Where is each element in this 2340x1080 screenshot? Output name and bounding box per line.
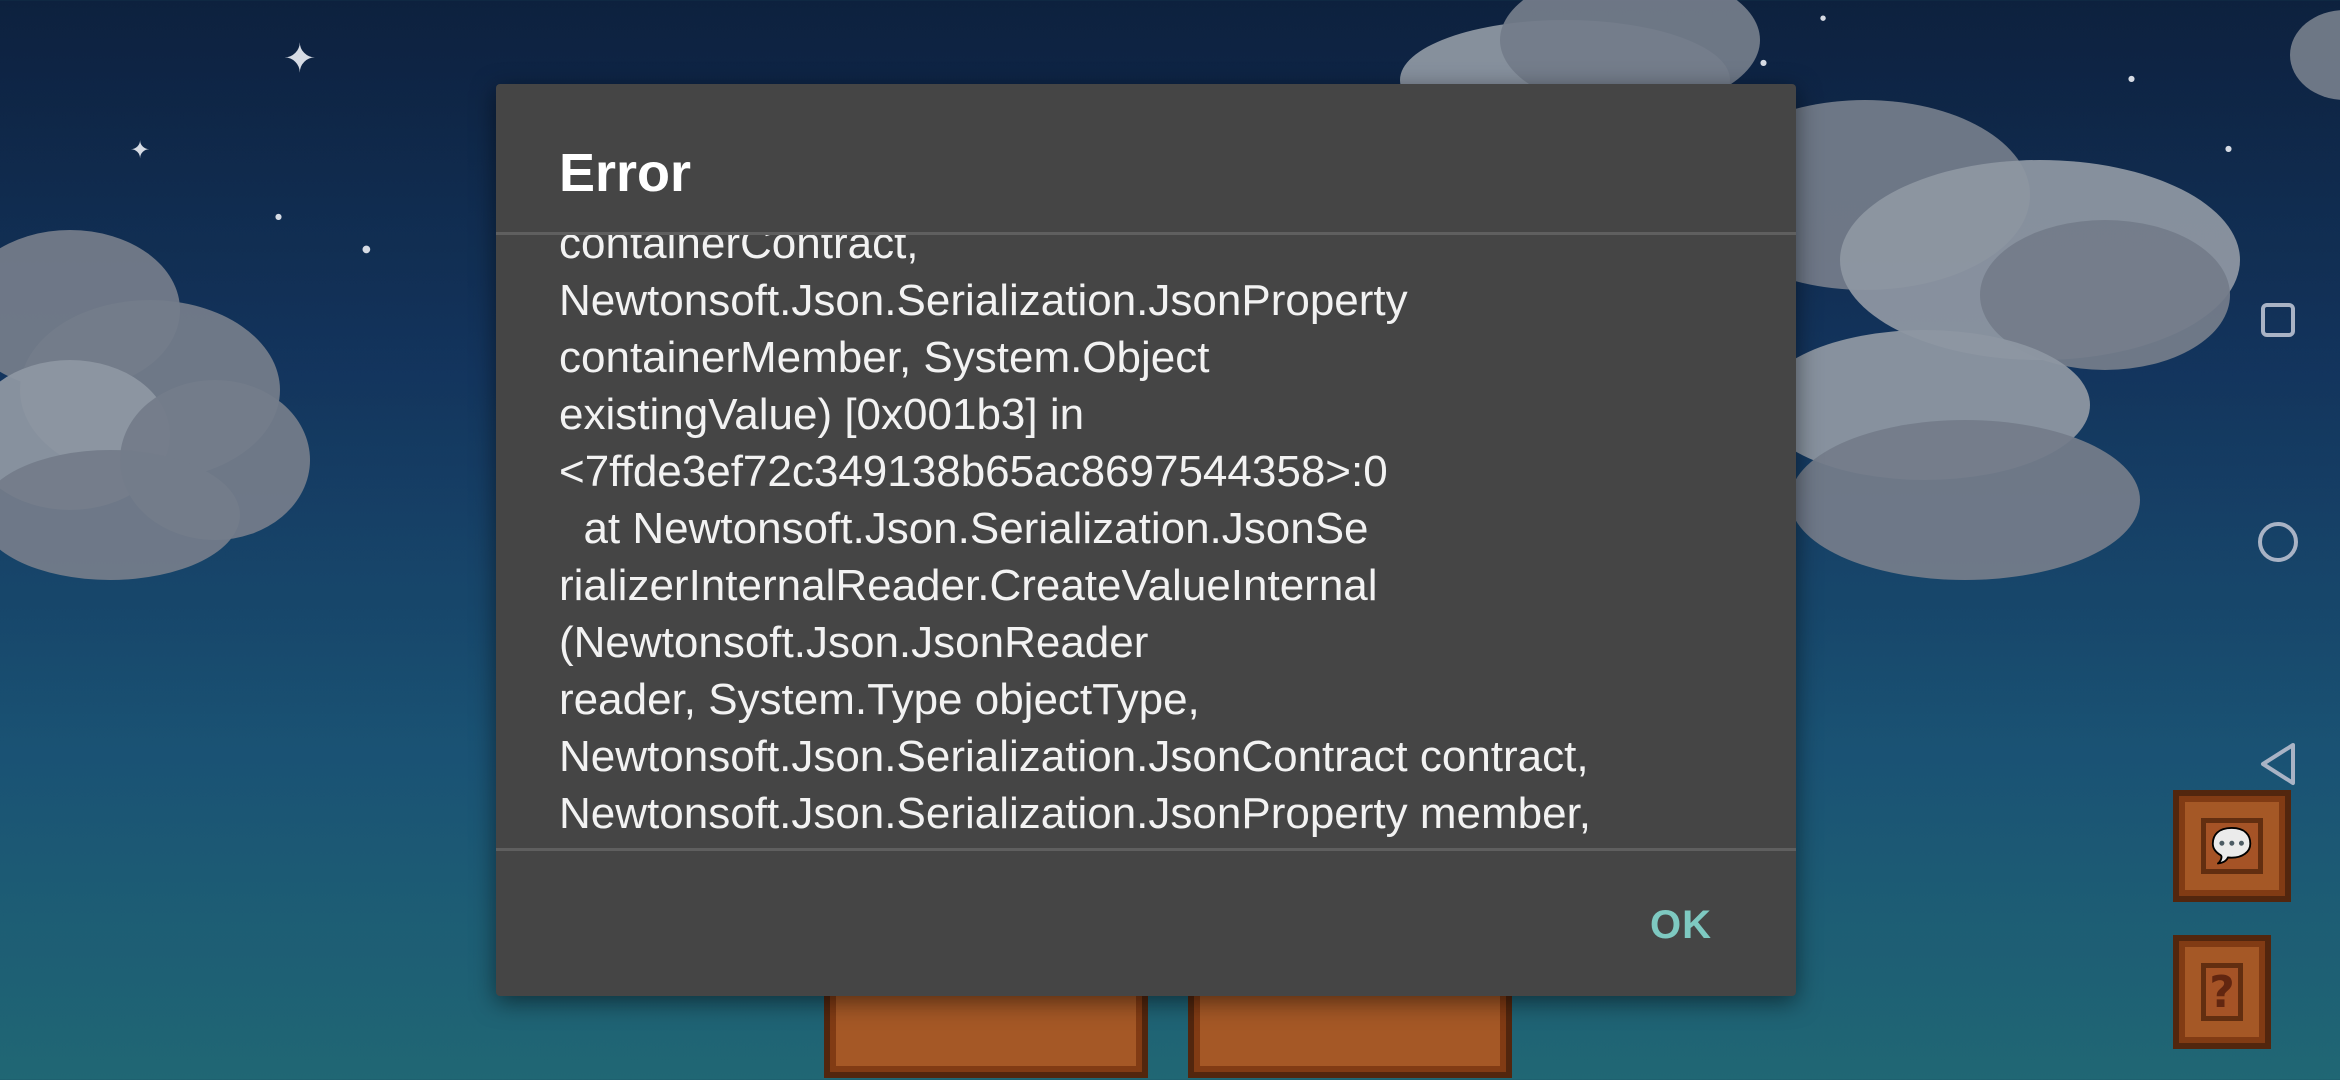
error-message-line: containerContract,: [559, 235, 919, 268]
error-message-line: Newtonsoft.Json.Serialization.JsonProper…: [559, 789, 1592, 838]
error-message-line: Newtonsoft.Json.Serialization.JsonProper…: [559, 276, 1408, 325]
error-message-line: containerMember, System.Object: [559, 333, 1210, 382]
ok-button[interactable]: OK: [1650, 903, 1712, 948]
error-message-line: reader, System.Type objectType,: [559, 675, 1200, 724]
error-message-line: rializerInternalReader.CreateValueIntern…: [559, 561, 1378, 610]
dialog-title: Error: [559, 143, 692, 203]
error-message: containerContract, Newtonsoft.Json.Serial…: [559, 235, 1759, 842]
error-message-line: <7ffde3ef72c349138b65ac8697544358>:0: [559, 447, 1388, 496]
error-dialog: Error containerContract, Newtonsoft.Json.…: [496, 84, 1796, 996]
error-message-line: at Newtonsoft.Json.Serialization.JsonSe: [559, 504, 1369, 553]
error-message-line: Newtonsoft.Json.Serialization.JsonContra…: [559, 732, 1589, 781]
error-message-line: (Newtonsoft.Json.JsonReader: [559, 618, 1149, 667]
error-message-scroll[interactable]: containerContract, Newtonsoft.Json.Serial…: [496, 235, 1796, 848]
divider: [496, 848, 1796, 851]
error-message-line: existingValue) [0x001b3] in: [559, 390, 1085, 439]
